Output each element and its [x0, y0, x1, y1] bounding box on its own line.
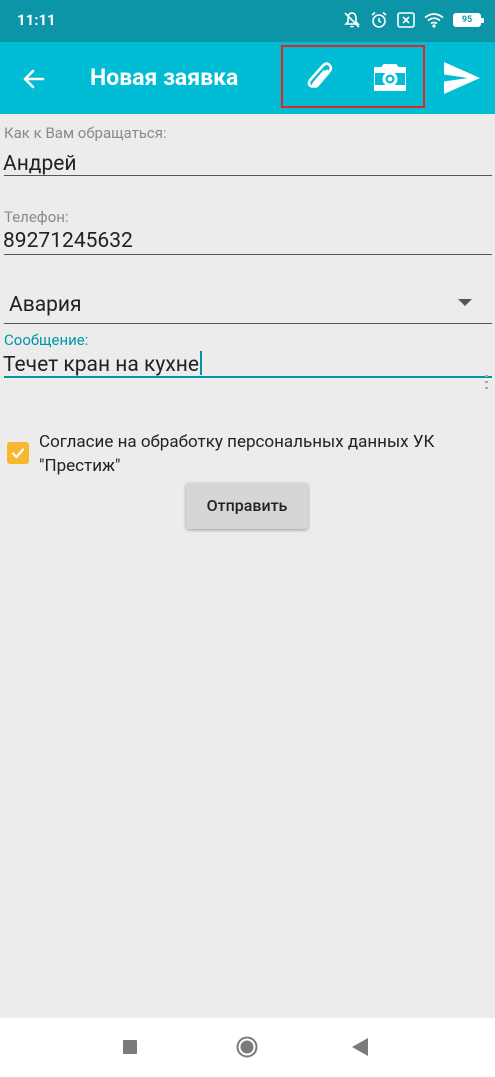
app-bar: Новая заявка — [0, 42, 495, 114]
message-text: Течет кран на кухне — [3, 353, 199, 377]
status-bar: 11:11 95 — [0, 0, 495, 42]
back-button[interactable] — [12, 57, 56, 101]
message-input[interactable]: Течет кран на кухне — [3, 351, 202, 377]
recents-icon[interactable] — [123, 1040, 137, 1054]
close-box-icon — [397, 12, 415, 28]
message-field[interactable]: Сообщение: Течет кран на кухне — [0, 331, 495, 381]
message-underline — [4, 376, 492, 378]
system-nav-bar — [0, 1018, 495, 1077]
home-icon[interactable] — [236, 1036, 258, 1058]
battery-icon: 95 — [453, 13, 484, 27]
camera-button[interactable] — [367, 55, 413, 101]
back-arrow-icon — [23, 69, 45, 89]
category-underline — [4, 323, 492, 324]
text-cursor — [199, 351, 202, 375]
name-input[interactable]: Андрей — [3, 152, 77, 176]
category-dropdown[interactable]: Авария — [0, 285, 495, 325]
phone-input[interactable]: 89271245632 — [3, 229, 133, 253]
name-label: Как к Вам обращаться: — [4, 124, 167, 142]
checkmark-icon — [11, 448, 25, 459]
send-icon — [444, 62, 480, 94]
send-button[interactable] — [438, 55, 484, 101]
phone-field[interactable]: Телефон: 89271245632 — [0, 208, 495, 258]
bell-off-icon — [343, 11, 361, 29]
nav-back-icon[interactable] — [352, 1038, 368, 1056]
status-icons: 95 — [343, 9, 484, 31]
phone-label: Телефон: — [4, 208, 69, 226]
consent-label[interactable]: Согласие на обработку персональных данны… — [39, 430, 479, 478]
attach-button[interactable] — [297, 55, 343, 101]
alarm-icon — [370, 11, 388, 29]
category-selected: Авария — [9, 293, 82, 317]
name-field[interactable]: Как к Вам обращаться: Андрей — [0, 124, 495, 178]
resize-handle[interactable] — [485, 375, 488, 389]
consent-checkbox[interactable] — [7, 442, 29, 464]
page-title: Новая заявка — [90, 64, 239, 91]
wifi-icon — [424, 12, 444, 28]
phone-underline — [4, 254, 492, 255]
status-time: 11:11 — [17, 11, 56, 29]
camera-icon — [374, 64, 406, 91]
paperclip-icon — [307, 62, 333, 88]
name-underline — [4, 175, 492, 176]
submit-button[interactable]: Отправить — [186, 483, 308, 529]
message-label: Сообщение: — [4, 331, 89, 349]
dropdown-arrow-icon — [458, 299, 472, 306]
